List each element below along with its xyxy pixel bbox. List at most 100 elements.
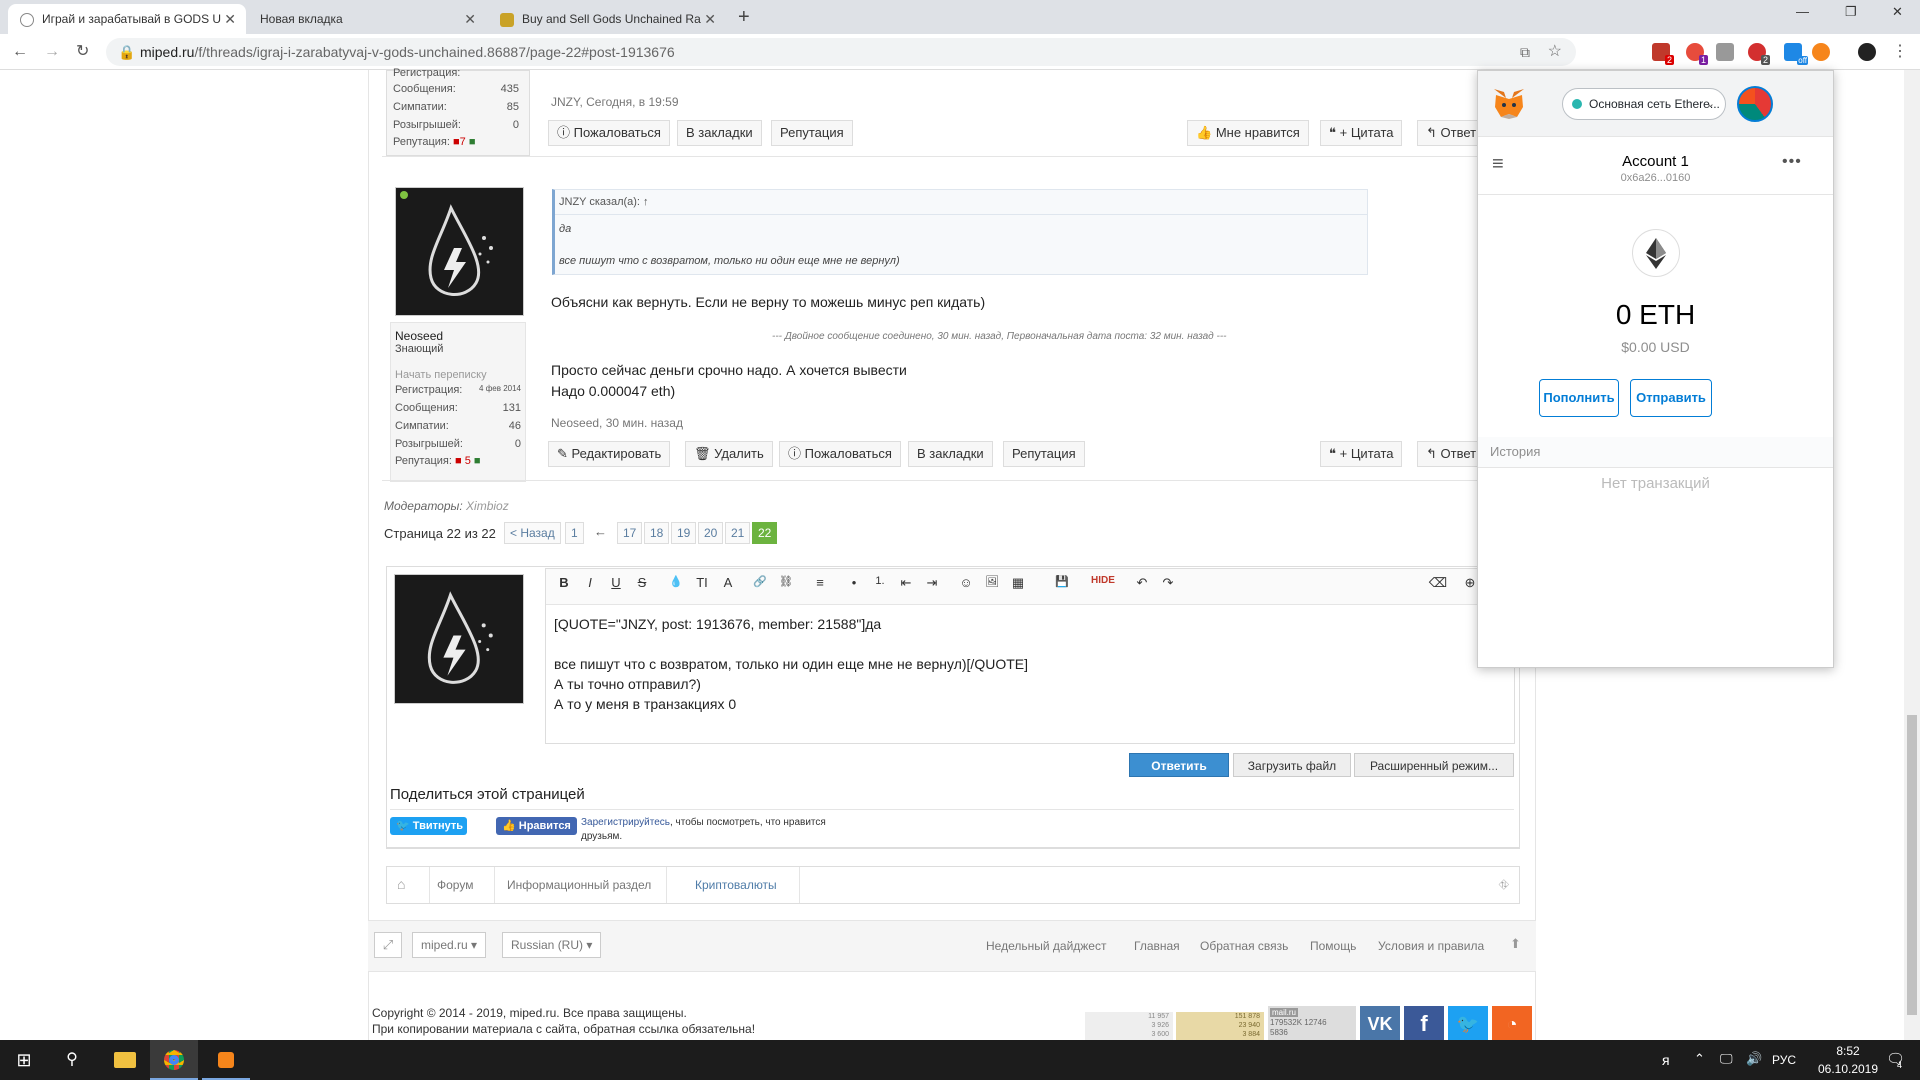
reply-button[interactable]: ↰ Ответ — [1417, 441, 1486, 467]
clock-time[interactable]: 8:52 — [1820, 1044, 1876, 1058]
strike-button[interactable]: S — [632, 575, 652, 590]
language-chooser[interactable]: Russian (RU) ▾ — [502, 932, 602, 958]
quote-button[interactable]: ❝ + Цитата — [1320, 120, 1403, 146]
reply-button[interactable]: ↰ Ответ — [1417, 120, 1486, 146]
forward-icon[interactable]: → — [44, 42, 60, 62]
account-name[interactable]: Account 1 — [1478, 153, 1833, 170]
scrollbar-thumb[interactable] — [1907, 715, 1917, 1015]
language-indicator[interactable]: РУС — [1772, 1053, 1796, 1067]
rss-icon[interactable]: ◔ — [1492, 1006, 1532, 1042]
like-button[interactable]: 👍 Мне нравится — [1187, 120, 1309, 146]
close-window-button[interactable]: ✕ — [1892, 4, 1903, 20]
delete-button[interactable]: 🗑 Удалить — [685, 441, 773, 467]
file-explorer-icon[interactable] — [100, 1040, 148, 1080]
clock-date[interactable]: 06.10.2019 — [1812, 1062, 1884, 1076]
bullet-list-icon[interactable]: • — [844, 575, 864, 590]
page-link[interactable]: 20 — [698, 522, 724, 544]
media-icon[interactable]: ▦ — [1008, 575, 1028, 591]
liveinternet-counter[interactable]: 11 957 3 926 3 600 — [1085, 1012, 1173, 1042]
edit-button[interactable]: ✎ Редактировать — [548, 441, 671, 467]
underline-button[interactable]: U — [606, 575, 626, 590]
indent-icon[interactable]: ⇥ — [922, 575, 942, 591]
editor-textarea[interactable]: [QUOTE="JNZY, post: 1913676, member: 215… — [554, 614, 1504, 740]
start-conversation-link[interactable]: Начать переписку — [395, 369, 487, 381]
reputation-button[interactable]: Репутация — [771, 120, 853, 146]
windows-start-icon[interactable]: ⊞ — [0, 1040, 48, 1080]
search-icon[interactable]: ⚲ — [48, 1040, 96, 1080]
quote-author[interactable]: JNZY сказал(а): ↑ — [559, 196, 649, 208]
page-scrollbar[interactable] — [1904, 70, 1920, 1040]
extension-4-icon[interactable]: 2 — [1748, 43, 1770, 65]
footer-link[interactable]: Условия и правила — [1378, 939, 1484, 953]
translate-icon[interactable]: ⧉ — [1520, 38, 1530, 66]
scroll-top-icon[interactable]: ⬆ — [1510, 936, 1521, 952]
breadcrumb-item[interactable]: Форум — [437, 878, 473, 892]
extension-3-icon[interactable] — [1716, 43, 1734, 61]
outdent-icon[interactable]: ⇤ — [896, 575, 916, 591]
page-link[interactable]: 18 — [644, 522, 670, 544]
bookmark-button[interactable]: В закладки — [677, 120, 762, 146]
minimize-button[interactable]: — — [1796, 4, 1809, 19]
breadcrumb-item[interactable]: Информационный раздел — [507, 878, 651, 892]
reputation-button[interactable]: Репутация — [1003, 441, 1085, 467]
footer-link[interactable]: Обратная связь — [1200, 939, 1288, 953]
extension-1-icon[interactable]: 2 — [1652, 43, 1674, 65]
avatar[interactable] — [395, 187, 524, 316]
link-icon[interactable]: 🔗 — [750, 575, 770, 588]
footer-link[interactable]: Главная — [1134, 939, 1180, 953]
network-icon[interactable]: 🖵 — [1720, 1051, 1733, 1067]
save-draft-icon[interactable]: 💾 — [1052, 575, 1072, 588]
advanced-mode-button[interactable]: Расширенный режим... — [1354, 753, 1514, 777]
bold-button[interactable]: B — [554, 575, 574, 590]
page-link[interactable]: 17 — [617, 522, 643, 544]
page-ellipsis[interactable]: ← — [594, 524, 607, 539]
tab-3[interactable]: Buy and Sell Gods Unchained Ra ✕ — [488, 4, 726, 34]
color-icon[interactable]: 💧 — [666, 575, 686, 588]
prev-page-button[interactable]: < Назад — [504, 522, 561, 544]
back-icon[interactable]: ← — [12, 42, 28, 62]
page-link[interactable]: 19 — [671, 522, 697, 544]
metamask-fox-icon[interactable] — [1812, 43, 1830, 61]
rambler-counter[interactable]: 151 878 23 940 3 884 — [1176, 1012, 1264, 1042]
font-icon[interactable]: A — [718, 575, 738, 590]
fb-like-button[interactable]: 👍 Нравится — [496, 817, 577, 835]
breadcrumb-item-current[interactable]: Криптовалюты — [695, 878, 777, 892]
italic-button[interactable]: I — [580, 575, 600, 590]
upload-file-button[interactable]: Загрузить файл — [1233, 753, 1351, 777]
redo-icon[interactable]: ↷ — [1158, 575, 1178, 591]
username[interactable]: Neoseed — [395, 329, 443, 343]
network-dropdown[interactable]: Основная сеть Ethere... ⌄ — [1562, 88, 1726, 120]
smilie-icon[interactable]: ☺ — [956, 575, 976, 590]
style-chooser[interactable]: miped.ru ▾ — [412, 932, 487, 958]
reload-icon[interactable]: ↻ — [76, 42, 89, 62]
account-address[interactable]: 0x6a26...0160 — [1478, 172, 1833, 184]
close-icon[interactable]: ✕ — [224, 4, 236, 34]
mailru-counter[interactable]: mail.ru 179532K 12746 5836 — [1268, 1006, 1356, 1042]
tab-1[interactable]: Играй и зарабатывай в GODS U ✕ — [8, 4, 246, 34]
bookmark-button[interactable]: В закладки — [908, 441, 993, 467]
font-size-icon[interactable]: TI — [692, 575, 712, 590]
vk-icon[interactable]: VK — [1360, 1006, 1400, 1042]
quote-button[interactable]: ❝ + Цитата — [1320, 441, 1403, 467]
extension-2-icon[interactable]: 1 — [1686, 43, 1708, 65]
page-link-current[interactable]: 22 — [752, 522, 778, 544]
more-options-icon[interactable]: ••• — [1782, 153, 1802, 171]
metamask-taskbar-icon[interactable] — [202, 1040, 250, 1080]
reply-submit-button[interactable]: Ответить — [1129, 753, 1229, 777]
report-button[interactable]: ⓘ Пожаловаться — [779, 441, 901, 467]
deposit-button[interactable]: Пополнить — [1539, 379, 1619, 417]
account-identicon[interactable] — [1737, 86, 1773, 122]
footer-link[interactable]: Недельный дайджест — [986, 939, 1106, 953]
bookmark-star-icon[interactable]: ☆ — [1548, 38, 1562, 66]
eraser-icon[interactable]: ⌫ — [1428, 575, 1448, 591]
fullscreen-icon[interactable]: ⤢ — [374, 932, 402, 958]
close-icon[interactable]: ✕ — [704, 4, 716, 34]
notification-center-icon[interactable]: 🗨4 — [1886, 1050, 1910, 1070]
sitemap-icon[interactable]: ⛗ — [1499, 877, 1509, 893]
profile-avatar[interactable] — [1858, 43, 1876, 61]
twitter-icon[interactable]: 🐦 — [1448, 1006, 1488, 1042]
numbered-list-icon[interactable]: 1. — [870, 575, 890, 587]
unlink-icon[interactable]: ⛓ — [776, 575, 796, 588]
home-icon[interactable]: ⌂ — [397, 876, 405, 892]
tab-2[interactable]: Новая вкладка ✕ — [248, 4, 486, 34]
